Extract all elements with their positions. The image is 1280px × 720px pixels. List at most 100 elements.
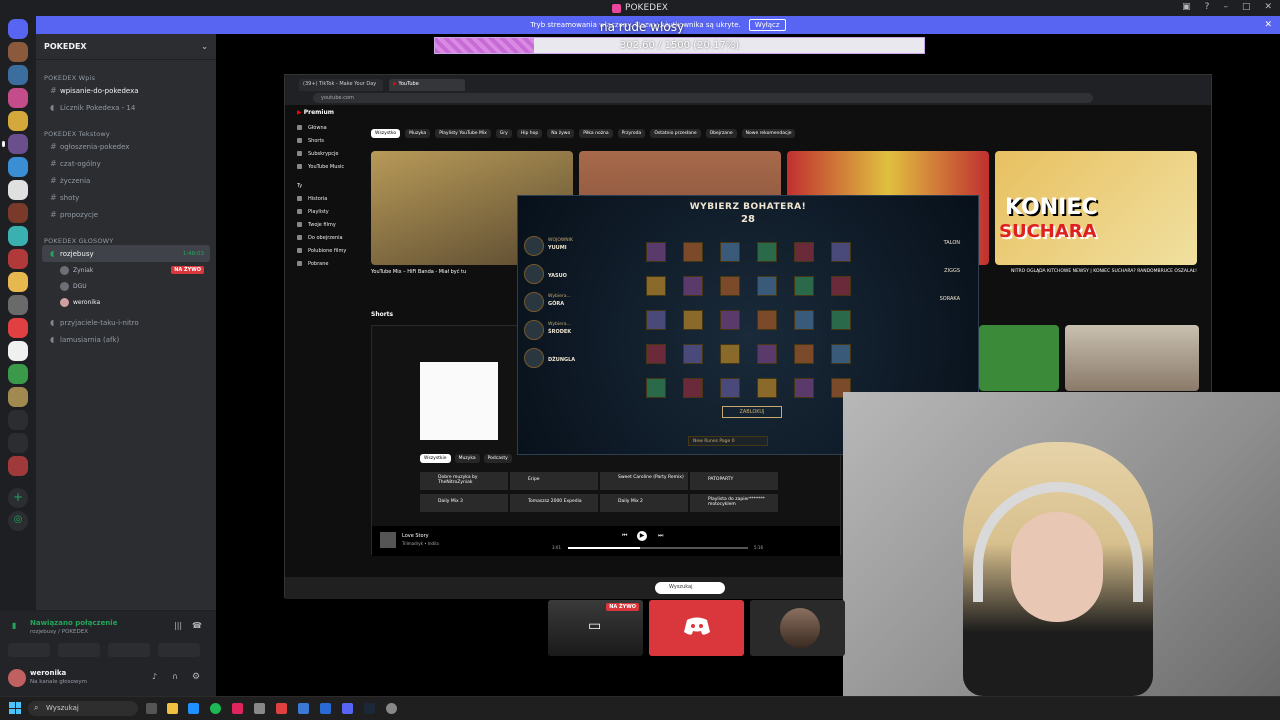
edge-icon[interactable]: [188, 703, 199, 714]
yt-chip[interactable]: Gry: [495, 129, 512, 138]
yt-nav-item[interactable]: Główna: [285, 121, 363, 134]
champion-portrait[interactable]: [831, 310, 851, 330]
server-icon[interactable]: [8, 65, 28, 85]
yt-nav-item[interactable]: Twoje filmy: [285, 218, 363, 231]
spotify-chip[interactable]: Muzyka: [454, 454, 480, 463]
server-icon[interactable]: [8, 410, 28, 430]
user-name[interactable]: weronika: [30, 669, 66, 677]
yt-nav-item[interactable]: Playlisty: [285, 205, 363, 218]
server-icon[interactable]: [8, 456, 28, 476]
track-artist[interactable]: Trilmadryk • Indila: [402, 541, 439, 546]
champion-portrait[interactable]: [720, 242, 740, 262]
lock-in-button[interactable]: ZABLOKUJ: [722, 406, 782, 418]
champion-portrait[interactable]: [757, 242, 777, 262]
channel-item[interactable]: ◖ Licznik Pokedexa - 14: [42, 99, 210, 116]
ally-pick[interactable]: DŻUNGLA: [524, 348, 614, 370]
help-icon[interactable]: ?: [1205, 2, 1210, 12]
word-icon[interactable]: [320, 703, 331, 714]
yt-chip[interactable]: Playlisty YouTube Mix: [435, 129, 491, 138]
yt-chip[interactable]: Na żywo: [547, 129, 575, 138]
champion-portrait[interactable]: [646, 242, 666, 262]
yt-chip[interactable]: Muzyka: [405, 129, 431, 138]
champion-portrait[interactable]: [720, 310, 740, 330]
channel-item[interactable]: # propozycje: [42, 206, 210, 223]
channel-item[interactable]: # życzenia: [42, 172, 210, 189]
now-playing-cover[interactable]: [380, 532, 396, 548]
screen-share-button[interactable]: [58, 643, 100, 657]
spotify-tile[interactable]: Playlista do zapier******* motocyklem: [690, 494, 778, 512]
youtube-premium-logo[interactable]: ▶ Premium: [285, 105, 363, 121]
champion-portrait[interactable]: [646, 310, 666, 330]
noise-suppression-icon[interactable]: |||: [174, 621, 182, 630]
ally-pick[interactable]: Wybiera... GÓRA: [524, 292, 614, 314]
yt-nav-item[interactable]: Subskrypcje: [285, 147, 363, 160]
inbox-icon[interactable]: ▣: [1182, 2, 1191, 12]
yt-chip[interactable]: Hip hop: [516, 129, 543, 138]
app-icon[interactable]: [298, 703, 309, 714]
server-header[interactable]: POKEDEX ⌄: [36, 34, 216, 60]
rune-page-select[interactable]: New Runes Page 0: [688, 436, 768, 446]
server-icon[interactable]: [8, 295, 28, 315]
champion-portrait[interactable]: [757, 276, 777, 296]
stream-search-box[interactable]: Wyszukaj: [655, 582, 725, 594]
champion-portrait[interactable]: [757, 310, 777, 330]
yt-nav-item[interactable]: Shorts: [285, 134, 363, 147]
participant-tile-stream[interactable]: NA ŻYWO ▭: [548, 600, 643, 656]
disable-streamer-mode-button[interactable]: Wyłącz: [748, 19, 786, 31]
ally-pick[interactable]: Wybiera... ŚRODEK: [524, 320, 614, 342]
spotify-tile[interactable]: Daily Mix 2: [600, 494, 688, 512]
browser-tab[interactable]: (39+) TikTok - Make Your Day: [299, 79, 383, 91]
champion-portrait[interactable]: [794, 344, 814, 364]
video-title[interactable]: YouTube Mix – HiFi Banda - Miał być tu: [371, 269, 466, 275]
server-icon[interactable]: [8, 387, 28, 407]
yt-chip[interactable]: Piłka nożna: [579, 129, 613, 138]
server-icon[interactable]: [8, 272, 28, 292]
track-title[interactable]: Love Story: [402, 533, 429, 539]
spotify-tile[interactable]: Daily Mix 3: [420, 494, 508, 512]
voice-user[interactable]: weronika: [36, 294, 216, 310]
album-cover[interactable]: [420, 362, 498, 440]
yt-nav-item[interactable]: Ty: [285, 179, 363, 192]
direct-messages-icon[interactable]: [8, 19, 28, 39]
champion-portrait[interactable]: [683, 344, 703, 364]
champion-portrait[interactable]: [720, 276, 740, 296]
disconnect-icon[interactable]: ☎: [192, 621, 202, 630]
server-icon[interactable]: [8, 364, 28, 384]
explore-servers-icon[interactable]: ◎: [8, 511, 28, 531]
champion-portrait[interactable]: [683, 310, 703, 330]
enemy-pick[interactable]: SORAKA: [940, 296, 960, 302]
category-label[interactable]: POKEDEX Wpis: [36, 60, 216, 82]
champion-portrait[interactable]: [720, 344, 740, 364]
champion-portrait[interactable]: [757, 344, 777, 364]
seek-bar[interactable]: [568, 547, 748, 549]
spotify-icon[interactable]: [210, 703, 221, 714]
taskbar-search[interactable]: ⌕ Wyszukaj: [28, 701, 138, 716]
enemy-pick[interactable]: ZIGGS: [944, 268, 960, 274]
champion-portrait[interactable]: [831, 242, 851, 262]
task-view-icon[interactable]: [146, 703, 157, 714]
channel-item[interactable]: ◖ lamusiarnia (afk): [42, 331, 210, 348]
close-icon[interactable]: ✕: [1264, 20, 1272, 30]
opera-icon[interactable]: [232, 703, 243, 714]
voice-user[interactable]: Zyniak NA ŻYWO: [36, 262, 216, 278]
spotify-tile[interactable]: Dobre muzyka by TheNitroZyniak: [420, 472, 508, 490]
video-thumbnail[interactable]: [979, 325, 1059, 391]
champion-portrait[interactable]: [794, 242, 814, 262]
champion-portrait[interactable]: [646, 344, 666, 364]
video-thumbnail[interactable]: KONIEC SUCHARA: [995, 151, 1197, 265]
voice-channel-rozjebusy[interactable]: ◖ rozjebusy 1:48:03: [42, 245, 210, 262]
maximize-button[interactable]: □: [1242, 2, 1251, 12]
server-icon[interactable]: [8, 157, 28, 177]
channel-item[interactable]: # czat-ogólny: [42, 155, 210, 172]
category-label[interactable]: POKEDEX GŁOSOWY: [36, 223, 216, 245]
server-icon[interactable]: [8, 433, 28, 453]
brave-icon[interactable]: [276, 703, 287, 714]
category-label[interactable]: POKEDEX Tekstowy: [36, 116, 216, 138]
champion-portrait[interactable]: [646, 276, 666, 296]
server-icon[interactable]: [8, 203, 28, 223]
microphone-icon[interactable]: ♪: [152, 672, 157, 681]
server-icon[interactable]: [8, 249, 28, 269]
champion-portrait[interactable]: [683, 242, 703, 262]
spotify-tile[interactable]: Tomaszsz 2000 Expedia: [510, 494, 598, 512]
channel-item[interactable]: # wpisanie-do-pokedexa: [42, 82, 210, 99]
